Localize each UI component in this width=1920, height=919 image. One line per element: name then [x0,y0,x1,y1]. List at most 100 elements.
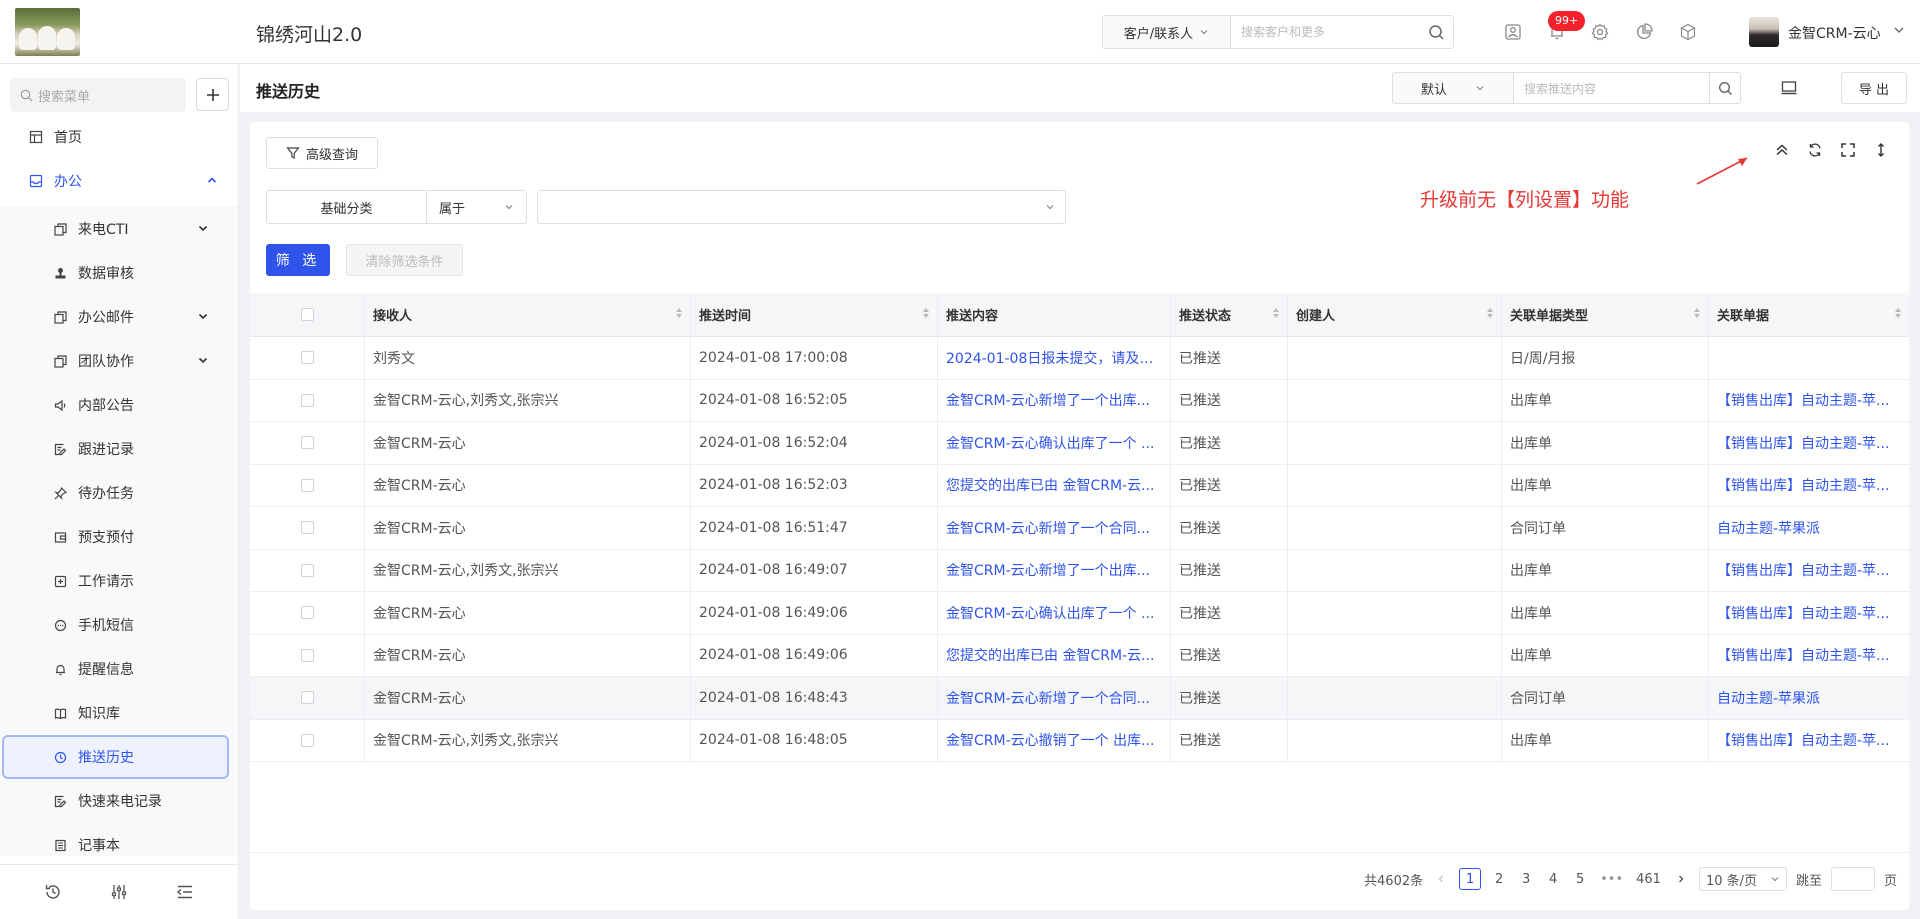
content-cell[interactable]: 金智CRM-云心新增了一个出库... [938,379,1171,421]
sidebar-item-push-history[interactable]: 推送历史 [2,735,229,779]
monitor-icon[interactable] [1780,79,1798,97]
sidebar-item-team[interactable]: 团队协作 [2,339,229,383]
sidebar-item-announcement[interactable]: 内部公告 [2,383,229,427]
row-checkbox[interactable] [300,393,314,407]
fullscreen-icon[interactable] [1838,140,1858,160]
sidebar-item-home[interactable]: 首页 [0,115,238,159]
cell-link[interactable]: 【销售出库】自动主题-苹... [1717,560,1889,580]
avatar[interactable] [1749,17,1779,47]
search-icon[interactable] [1419,16,1453,48]
page-button[interactable]: 2 [1490,868,1508,890]
filter-field-select[interactable]: 基础分类 [266,190,427,224]
cell-link[interactable]: 您提交的出库已由 金智CRM-云... [946,475,1154,495]
page-button[interactable]: 3 [1517,868,1535,890]
collapse-menu-icon[interactable] [176,883,194,901]
content-cell[interactable]: 金智CRM-云心确认出库了一个 ... [938,422,1171,464]
related-doc-cell[interactable]: 【销售出库】自动主题-苹... [1709,720,1909,762]
filter-button[interactable]: 筛 选 [266,244,330,276]
select-all-checkbox[interactable] [300,308,314,321]
filter-operator-select[interactable]: 属于 [427,190,527,224]
table-row[interactable]: 金智CRM-云心 2024-01-08 16:52:03 您提交的出库已由 金智CR… [250,464,1909,507]
cell-link[interactable]: 自动主题-苹果派 [1717,518,1820,538]
sidebar-item-sms[interactable]: 手机短信 [2,603,229,647]
sidebar-item-advance[interactable]: 预支预付 [2,515,229,559]
sort-icon[interactable] [1487,308,1493,318]
table-row[interactable]: 金智CRM-云心,刘秀文,张宗兴 2024-01-08 16:48:05 金智CRM… [250,719,1909,762]
clear-filters-button[interactable]: 清除筛选条件 [346,244,463,276]
page-button[interactable]: 1 [1459,868,1482,890]
refresh-icon[interactable] [1805,140,1825,160]
related-doc-cell[interactable]: 【销售出库】自动主题-苹... [1709,465,1909,507]
row-checkbox[interactable] [300,436,314,450]
cell-link[interactable]: 【销售出库】自动主题-苹... [1717,645,1889,665]
row-checkbox[interactable] [300,733,314,747]
sidebar-item-cti[interactable]: 来电CTI [2,207,229,251]
add-button[interactable] [196,78,229,111]
sidebar-item-reminder[interactable]: 提醒信息 [2,647,229,691]
page-button[interactable]: 5 [1571,868,1589,890]
content-search-input[interactable]: 搜索推送内容 [1513,72,1710,104]
inbox-user-icon[interactable] [1503,22,1523,42]
table-row[interactable]: 金智CRM-云心 2024-01-08 16:48:43 金智CRM-云心新增了一个… [250,677,1909,720]
page-button[interactable]: 4 [1544,868,1562,890]
row-checkbox[interactable] [300,648,314,662]
content-cell[interactable]: 金智CRM-云心撤销了一个 出库... [938,719,1171,761]
column-header-creator[interactable]: 创建人 [1288,293,1502,336]
content-cell[interactable]: 金智CRM-云心新增了一个合同... [938,677,1171,719]
related-doc-cell[interactable]: 【销售出库】自动主题-苹... [1709,635,1909,677]
sidebar-item-quick-call[interactable]: 快速来电记录 [2,779,229,823]
page-size-select[interactable]: 10 条/页 [1698,867,1787,891]
content-cell[interactable]: 金智CRM-云心确认出库了一个 ... [938,592,1171,634]
related-doc-cell[interactable]: 【销售出库】自动主题-苹... [1709,380,1909,422]
pie-chart-icon[interactable] [1634,22,1654,42]
next-page-button[interactable] [1672,868,1690,890]
cell-link[interactable]: 【销售出库】自动主题-苹... [1717,730,1889,750]
sidebar-item-request[interactable]: 工作请示 [2,559,229,603]
content-cell[interactable]: 2024-01-08日报未提交，请及时... [938,337,1171,379]
related-doc-cell[interactable]: 自动主题-苹果派 [1709,677,1909,719]
chevron-down-icon[interactable] [1893,24,1905,36]
company-logo[interactable] [15,8,80,56]
cell-link[interactable]: 金智CRM-云心撤销了一个 出库... [946,730,1154,750]
menu-search-input[interactable]: 搜索菜单 [10,78,186,112]
global-search-input[interactable] [1231,16,1419,48]
cell-link[interactable]: 【销售出库】自动主题-苹... [1717,433,1889,453]
table-row[interactable]: 刘秀文 2024-01-08 17:00:08 2024-01-08日报未提交，请及… [250,337,1909,380]
related-doc-cell[interactable] [1709,337,1909,379]
content-cell[interactable]: 金智CRM-云心新增了一个出库... [938,549,1171,591]
sliders-icon[interactable] [110,883,128,901]
export-button[interactable]: 导 出 [1841,72,1907,104]
table-row[interactable]: 金智CRM-云心,刘秀文,张宗兴 2024-01-08 16:49:07 金智CRM… [250,549,1909,592]
advanced-query-button[interactable]: 高级查询 [266,137,378,169]
row-checkbox[interactable] [300,351,314,365]
cell-link[interactable]: 金智CRM-云心新增了一个出库... [946,560,1150,580]
row-height-icon[interactable] [1871,140,1891,160]
user-name[interactable]: 金智CRM-云心 [1788,23,1881,43]
cell-link[interactable]: 金智CRM-云心确认出库了一个 ... [946,433,1154,453]
row-checkbox[interactable] [300,563,314,577]
table-row[interactable]: 金智CRM-云心 2024-01-08 16:51:47 金智CRM-云心新增了一个… [250,507,1909,550]
cell-link[interactable]: 自动主题-苹果派 [1717,688,1820,708]
related-doc-cell[interactable]: 【销售出库】自动主题-苹... [1709,592,1909,634]
column-header-doc-type[interactable]: 关联单据类型 [1502,293,1709,336]
content-cell[interactable]: 您提交的出库已由 金智CRM-云... [938,464,1171,506]
cell-link[interactable]: 【销售出库】自动主题-苹... [1717,475,1889,495]
related-doc-cell[interactable]: 自动主题-苹果派 [1709,507,1909,549]
column-header-receiver[interactable]: 接收人 [365,293,691,336]
table-row[interactable]: 金智CRM-云心 2024-01-08 16:49:06 您提交的出库已由 金智CR… [250,634,1909,677]
table-row[interactable]: 金智CRM-云心,刘秀文,张宗兴 2024-01-08 16:52:05 金智CRM… [250,379,1909,422]
column-header-related-doc[interactable]: 关联单据 [1709,293,1909,336]
row-checkbox[interactable] [300,691,314,705]
related-doc-cell[interactable]: 【销售出库】自动主题-苹... [1709,422,1909,464]
sort-icon[interactable] [1694,308,1700,318]
content-cell[interactable]: 金智CRM-云心新增了一个合同... [938,507,1171,549]
jump-page-input[interactable] [1830,867,1875,891]
content-cell[interactable]: 您提交的出库已由 金智CRM-云... [938,634,1171,676]
sidebar-item-notebook[interactable]: 记事本 [2,823,229,867]
page-ellipsis[interactable]: ••• [1598,868,1625,890]
search-scope-select[interactable]: 客户/联系人 [1103,16,1231,48]
sidebar-item-follow-up[interactable]: 跟进记录 [2,427,229,471]
cell-link[interactable]: 您提交的出库已由 金智CRM-云... [946,645,1154,665]
prev-page-button[interactable] [1432,868,1450,890]
row-checkbox[interactable] [300,606,314,620]
